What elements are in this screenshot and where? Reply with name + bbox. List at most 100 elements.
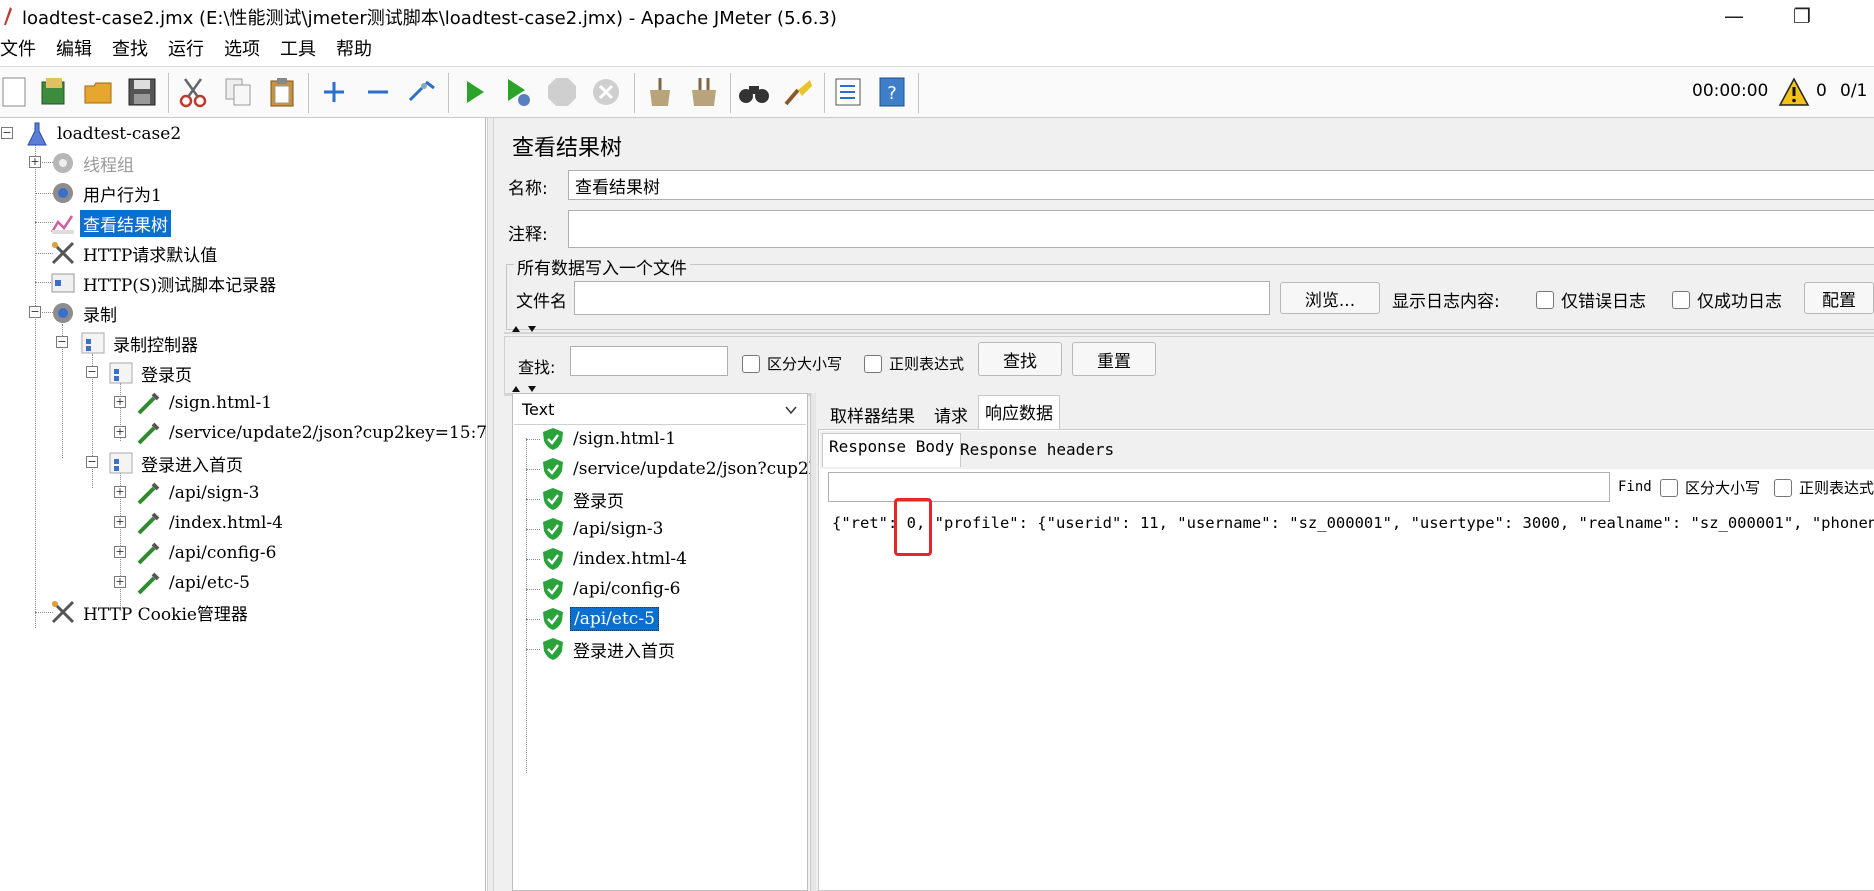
menu-help[interactable]: 帮助 [327,35,381,61]
find-button[interactable]: 查找 [978,342,1062,376]
expand-toggle[interactable]: + [114,396,126,408]
clear-icon[interactable] [642,74,678,110]
copy-icon[interactable] [220,74,256,110]
collapse-icon[interactable] [360,74,396,110]
result-item[interactable]: 登录进入首页 [526,635,678,663]
expand-toggle[interactable]: + [114,426,126,438]
name-field[interactable]: 查看结果树 [568,170,1874,200]
browse-button[interactable]: 浏览... [1280,282,1380,314]
comment-field[interactable] [568,210,1874,248]
tree-node-sampler[interactable]: /service/update2/json?cup2key=15:72 [136,419,501,447]
renderer-value: Text [522,400,555,419]
tree-node-recorder[interactable]: HTTP(S)测试脚本记录器 [50,269,279,297]
clear-all-icon[interactable] [686,74,722,110]
result-item[interactable]: /api/sign-3 [526,515,666,543]
split-divider[interactable] [487,118,494,891]
start-no-pause-icon[interactable] [500,74,536,110]
body-case-checkbox[interactable]: 区分大小写 [1660,477,1760,498]
function-helper-icon[interactable] [830,74,866,110]
body-regex-checkbox[interactable]: 正则表达式 [1774,477,1874,498]
tree-node-label: /api/config-6 [169,543,277,563]
menu-search[interactable]: 查找 [103,35,157,61]
subtab-response-body[interactable]: Response Body [822,433,962,467]
expand-icon[interactable] [316,74,352,110]
expand-toggle[interactable]: + [29,156,41,168]
tree-node-recording-controller[interactable]: 录制控制器 [80,329,201,357]
configure-button[interactable]: 配置 [1804,282,1874,314]
toggle-icon[interactable] [404,74,440,110]
menu-edit[interactable]: 编辑 [47,35,101,61]
reset-search-icon[interactable] [780,74,816,110]
collapse-toggle[interactable]: − [1,127,13,139]
paste-icon[interactable] [264,74,300,110]
tree-node-label: HTTP Cookie管理器 [83,604,248,625]
shutdown-icon[interactable] [588,74,624,110]
expand-toggle[interactable]: + [114,516,126,528]
stop-icon[interactable] [544,74,580,110]
find-label: Find [1618,479,1652,495]
restore-button[interactable]: ❐ [1774,0,1830,32]
collapse-toggle[interactable]: − [29,306,41,318]
success-only-checkbox[interactable]: 仅成功日志 [1672,287,1782,312]
menu-tools[interactable]: 工具 [271,35,325,61]
tree-node-sampler[interactable]: /api/config-6 [136,539,279,567]
tree-node-sampler[interactable]: /api/etc-5 [136,569,253,597]
help-icon[interactable]: ? [874,74,910,110]
filename-field[interactable] [574,281,1270,315]
result-item[interactable]: /api/config-6 [526,575,683,603]
tree-node-login-page[interactable]: 登录页 [108,359,195,387]
templates-icon[interactable] [36,74,72,110]
tree-node-view-results-tree[interactable]: 查看结果树 [50,209,171,237]
minimize-button[interactable]: — [1706,0,1762,32]
tab-response-data[interactable]: 响应数据 [978,395,1060,429]
save-icon[interactable] [124,74,160,110]
result-item[interactable]: /service/update2/json?cup2key [526,455,842,483]
case-sensitive-checkbox[interactable]: 区分大小写 [742,353,842,374]
body-search-field[interactable] [828,472,1610,502]
search-icon[interactable] [736,74,772,110]
result-item[interactable]: /index.html-4 [526,545,690,573]
tab-sampler-result[interactable]: 取样器结果 [824,399,921,430]
new-icon[interactable] [0,74,32,110]
collapse-toggle[interactable]: − [86,456,98,468]
tree-node-sampler[interactable]: /sign.html-1 [136,389,275,417]
menu-file[interactable]: 文件 [0,35,45,61]
warning-icon[interactable] [1778,77,1810,107]
regex-checkbox[interactable]: 正则表达式 [864,353,964,374]
tree-node-cookie-manager[interactable]: HTTP Cookie管理器 [50,598,251,626]
expand-toggle[interactable]: + [114,576,126,588]
tab-request[interactable]: 请求 [928,399,974,430]
tree-node-thread-group[interactable]: 线程组 [50,149,137,177]
collapse-toggle[interactable]: − [56,336,68,348]
result-label: /index.html-4 [573,549,687,569]
search-field[interactable] [570,346,728,376]
expand-toggle[interactable]: + [114,546,126,558]
start-icon[interactable] [456,74,492,110]
open-icon[interactable] [80,74,116,110]
menu-run[interactable]: 运行 [159,35,213,61]
case-sensitive-label: 区分大小写 [767,355,843,373]
log-content-label: 显示日志内容: [1392,292,1500,312]
reset-button[interactable]: 重置 [1072,342,1156,376]
result-item-selected[interactable]: /api/etc-5 [526,605,659,633]
result-item[interactable]: 登录页 [526,485,627,513]
tree-node-login-home[interactable]: 登录进入首页 [108,449,246,477]
renderer-select[interactable]: Text [514,395,806,425]
tree-node-label: 录制控制器 [113,335,198,356]
expand-toggle[interactable]: + [114,486,126,498]
cut-icon[interactable] [175,74,211,110]
tree-node-sampler[interactable]: /api/sign-3 [136,479,262,507]
menu-options[interactable]: 选项 [215,35,269,61]
tree-node-recording[interactable]: 录制 [50,299,120,327]
tree-node-test-plan[interactable]: loadtest-case2 [24,120,184,148]
collapse-toggle[interactable]: − [86,366,98,378]
tree-node-user-behavior[interactable]: 用户行为1 [50,179,165,207]
tree-node-http-defaults[interactable]: HTTP请求默认值 [50,239,220,267]
errors-only-checkbox[interactable]: 仅错误日志 [1536,287,1646,312]
tree-node-sampler[interactable]: /index.html-4 [136,509,286,537]
result-item[interactable]: /sign.html-1 [526,425,679,453]
jmeter-feather-icon [4,7,12,25]
subtab-response-headers[interactable]: Response headers [954,437,1120,462]
success-shield-icon [543,548,563,570]
success-shield-icon [543,428,563,450]
